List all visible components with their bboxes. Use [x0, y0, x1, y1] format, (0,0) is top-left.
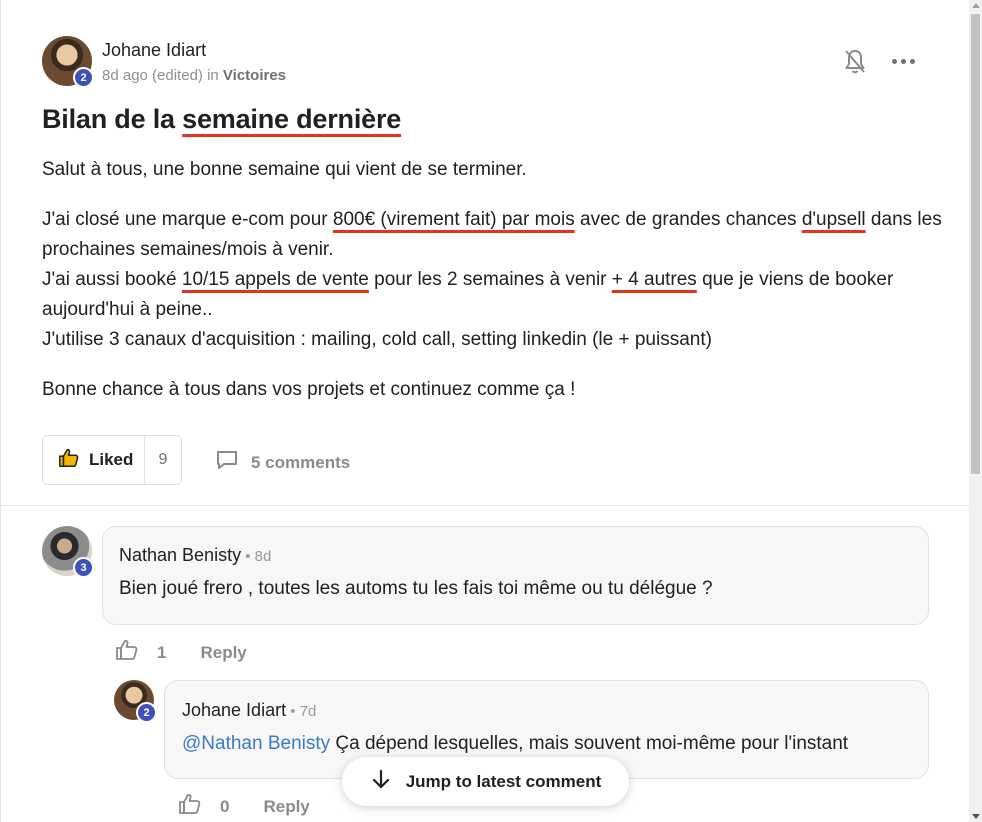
post-time: 8d ago (edited) in	[102, 67, 223, 84]
level-badge: 2	[73, 67, 94, 88]
reply-author-avatar[interactable]: 2	[114, 680, 157, 723]
post-paragraph-1: Salut à tous, une bonne semaine qui vien…	[42, 159, 527, 180]
reply-text: @Nathan Benisty Ça dépend lesquelles, ma…	[182, 733, 849, 754]
comment-icon	[215, 449, 239, 476]
comment-author-name[interactable]: Nathan Benisty	[119, 545, 241, 565]
level-badge: 2	[136, 702, 157, 723]
reply-like-count: 0	[220, 796, 230, 816]
level-badge: 3	[73, 557, 94, 578]
scroll-down-icon[interactable]	[972, 814, 980, 819]
comments-link[interactable]: 5 comments	[215, 449, 350, 476]
post-author-avatar[interactable]: 2	[42, 36, 94, 88]
like-label: Liked	[89, 450, 134, 469]
arrow-down-icon	[370, 768, 392, 795]
post-frame: 2 Johane Idiart 8d ago (edited) in Victo…	[0, 0, 970, 822]
post-meta: 8d ago (edited) in Victoires	[102, 67, 286, 84]
jump-label: Jump to latest comment	[405, 771, 602, 791]
reply-actions: 0 Reply	[178, 792, 310, 821]
bell-off-icon[interactable]	[843, 48, 867, 76]
scroll-thumb[interactable]	[971, 14, 980, 474]
comment-text: Bien joué frero , toutes les automs tu l…	[119, 578, 713, 599]
scroll-up-icon[interactable]	[972, 3, 980, 8]
like-count[interactable]: 9	[145, 451, 181, 469]
thumbs-up-icon[interactable]	[115, 638, 139, 667]
section-divider	[1, 505, 970, 506]
reply-header: Johane Idiart • 7d	[182, 700, 316, 721]
comments-count-label: 5 comments	[251, 452, 351, 472]
mention-link[interactable]: @Nathan Benisty	[182, 733, 330, 754]
thumbs-up-icon	[58, 447, 80, 474]
more-icon[interactable]	[892, 52, 918, 70]
post-paragraph-2: J'ai closé une marque e-com pour 800€ (v…	[42, 209, 942, 260]
like-button[interactable]: Liked 9	[42, 435, 182, 485]
post-title: Bilan de la semaine dernière	[42, 104, 402, 134]
comment-header: Nathan Benisty • 8d	[119, 545, 271, 566]
like-toggle[interactable]: Liked	[43, 436, 145, 484]
post-paragraph-3: J'ai aussi booké 10/15 appels de vente p…	[42, 269, 894, 320]
post-author-name[interactable]: Johane Idiart	[102, 40, 206, 61]
post-group-link[interactable]: Victoires	[223, 67, 286, 84]
comment-actions: 1 Reply	[115, 638, 247, 667]
reply-author-name[interactable]: Johane Idiart	[182, 700, 286, 720]
comment-bubble	[102, 526, 929, 625]
scrollbar[interactable]	[969, 0, 982, 822]
post-paragraph-4: J'utilise 3 canaux d'acquisition : maili…	[42, 329, 712, 350]
comment-time: • 8d	[241, 548, 272, 565]
thumbs-up-icon[interactable]	[178, 792, 202, 821]
comment-like-count: 1	[157, 642, 167, 662]
comment-author-avatar[interactable]: 3	[42, 526, 94, 578]
reply-button[interactable]: Reply	[263, 797, 309, 817]
reply-time: • 7d	[286, 703, 317, 720]
jump-to-latest-button[interactable]: Jump to latest comment	[342, 757, 629, 806]
reply-button[interactable]: Reply	[200, 643, 246, 663]
post-paragraph-5: Bonne chance à tous dans vos projets et …	[42, 379, 576, 400]
